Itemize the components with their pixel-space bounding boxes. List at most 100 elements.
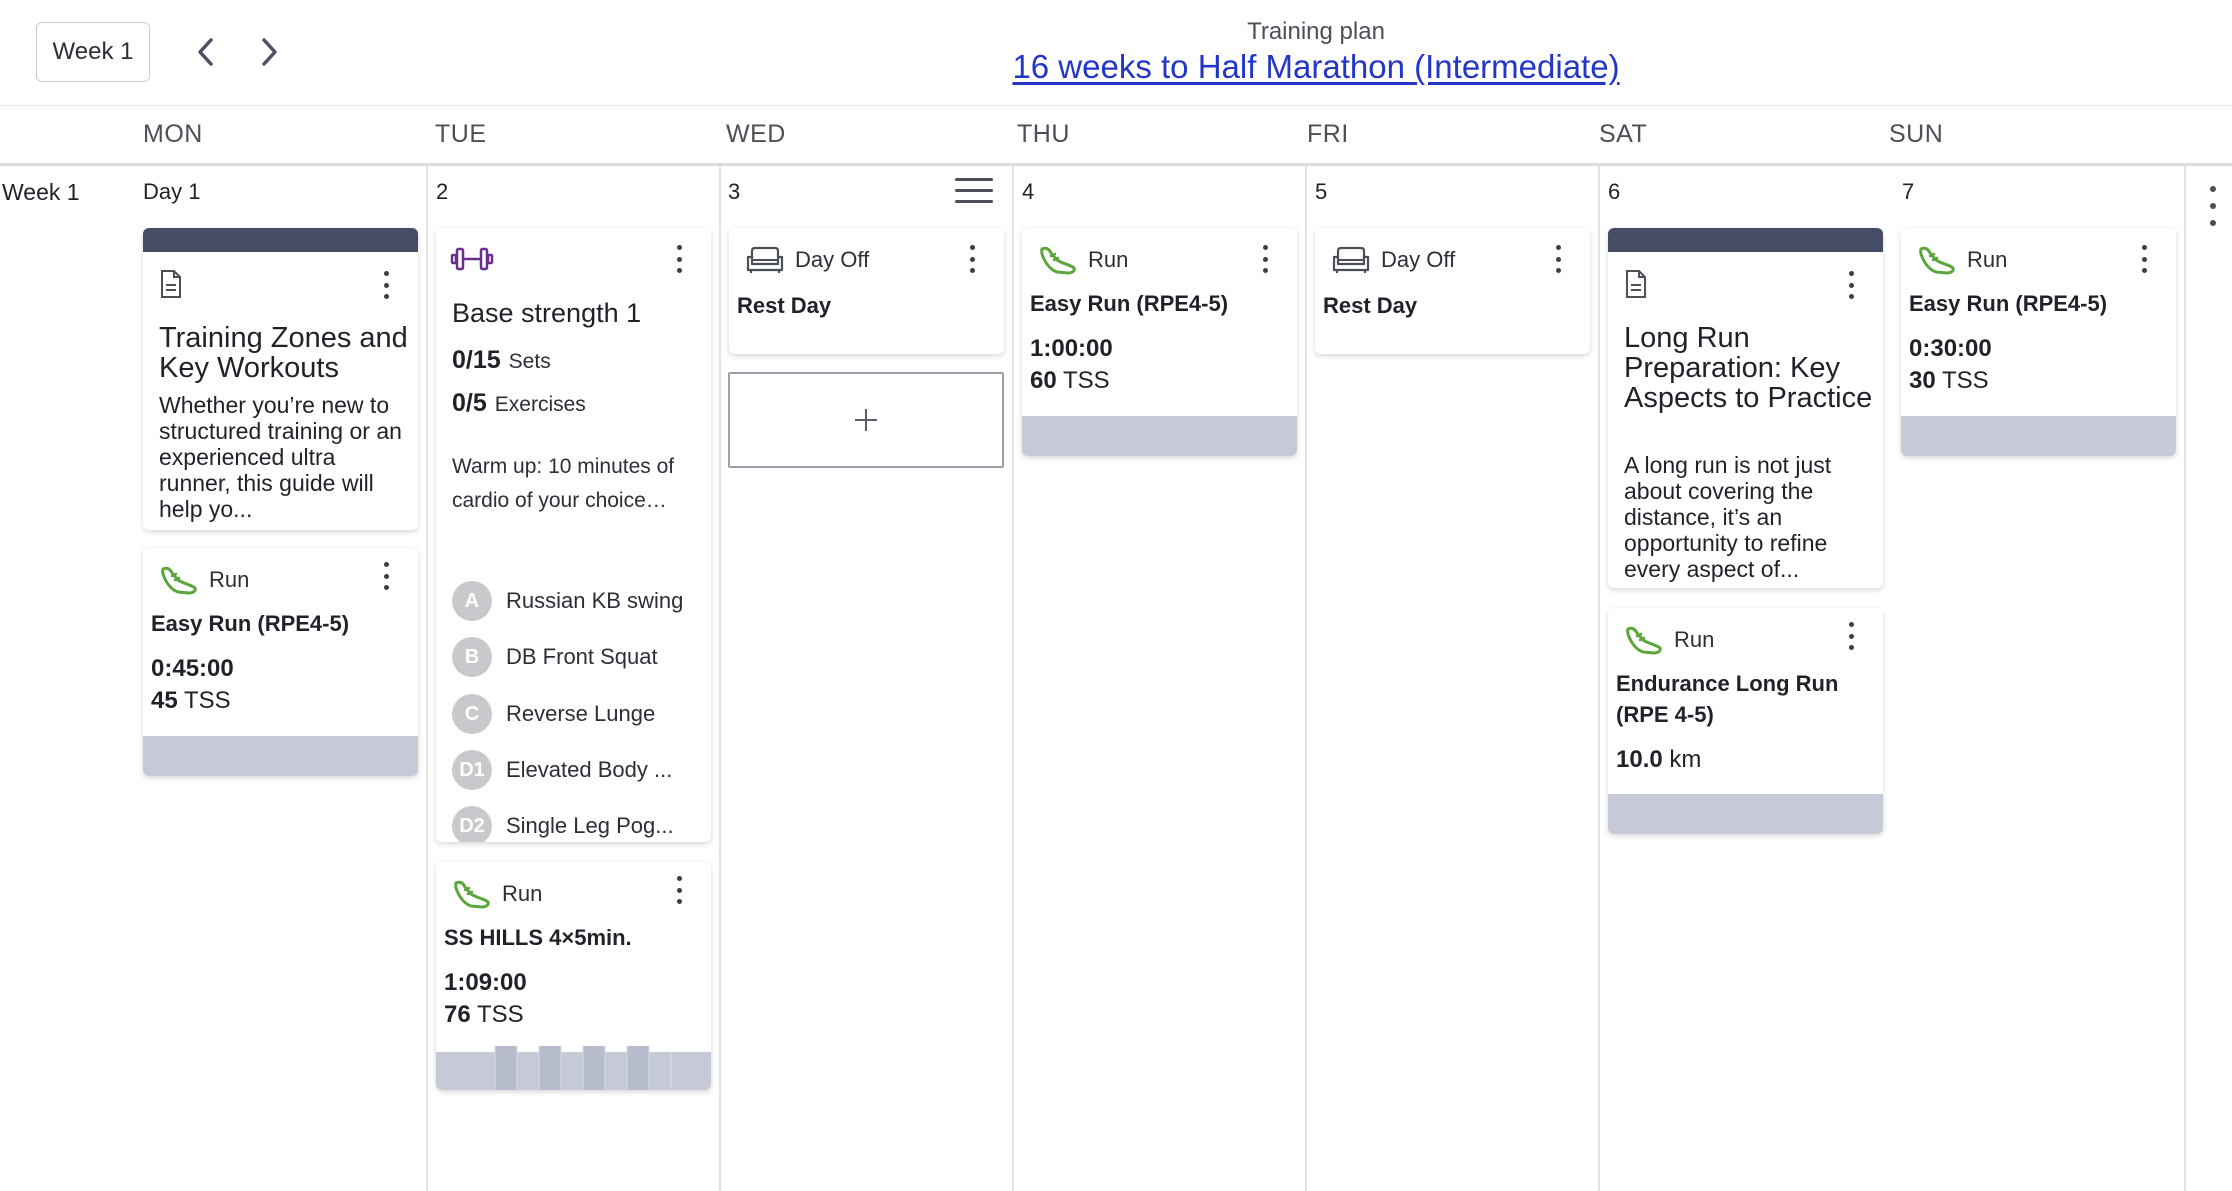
exercise-badge: A — [452, 581, 492, 621]
article-card[interactable]: Long Run Preparation: Key Aspects to Pra… — [1608, 228, 1883, 588]
workout-tss: 60 TSS — [1030, 367, 1110, 394]
divider — [0, 163, 2232, 166]
running-shoe-icon — [1919, 246, 1955, 275]
column-divider — [426, 166, 428, 1191]
exercises-progress: 0/5 Exercises — [452, 389, 586, 417]
exercise-badge: D2 — [452, 806, 492, 842]
running-shoe-icon — [1626, 626, 1662, 655]
workout-duration: 1:09:00 — [444, 969, 527, 996]
running-shoe-icon — [161, 566, 197, 595]
exercise-name: DB Front Squat — [506, 644, 658, 669]
rest-day-card[interactable]: Day Off Rest Day — [729, 228, 1004, 354]
workout-card[interactable]: Run Endurance Long Run (RPE 4-5) 10.0 km — [1608, 608, 1883, 834]
card-menu-icon[interactable] — [1255, 245, 1275, 273]
card-menu-icon[interactable] — [669, 876, 689, 904]
article-title: Training Zones and Key Workouts — [159, 322, 408, 384]
day-header-wed: WED — [726, 120, 786, 148]
workout-type: Run — [159, 562, 249, 598]
rest-day-card[interactable]: Day Off Rest Day — [1315, 228, 1590, 354]
card-header-bar — [143, 228, 418, 252]
day-header-thu: THU — [1017, 120, 1070, 148]
sofa-icon — [1332, 246, 1370, 273]
exercise-badge: B — [452, 637, 492, 677]
plan-title-link[interactable]: 16 weeks to Half Marathon (Intermediate) — [0, 48, 2232, 86]
plan-label: Training plan — [1247, 18, 1385, 45]
workout-type: Run — [1917, 242, 2007, 278]
workout-intensity-bar — [1022, 416, 1297, 456]
day-header-fri: FRI — [1307, 120, 1349, 148]
day-number: 7 — [1902, 179, 1915, 204]
workout-type: Day Off — [745, 242, 869, 278]
day-header-sun: SUN — [1889, 120, 1944, 148]
card-menu-icon[interactable] — [669, 245, 689, 273]
day-number: 5 — [1315, 179, 1328, 204]
card-menu-icon[interactable] — [2134, 245, 2154, 273]
workout-title: Easy Run (RPE4-5) — [151, 611, 350, 636]
workout-duration: 0:30:00 — [1909, 335, 1992, 362]
day-header-mon: MON — [143, 120, 203, 148]
card-header-bar — [1608, 228, 1883, 252]
workout-distance: 10.0 km — [1616, 746, 1702, 773]
document-icon — [161, 270, 181, 298]
article-excerpt: A long run is not just about covering th… — [1624, 452, 1832, 582]
card-menu-icon[interactable] — [1548, 245, 1568, 273]
exercise-item[interactable]: C Reverse Lunge — [452, 694, 655, 734]
strength-card[interactable]: Base strength 1 0/15 Sets 0/5 Exercises Wa… — [436, 228, 711, 842]
workout-intensity-bar — [1901, 416, 2176, 456]
workout-intensity-bar — [143, 736, 418, 776]
workout-type-label: Run — [1088, 247, 1129, 272]
column-divider — [1012, 166, 1014, 1191]
sets-progress: 0/15 Sets — [452, 346, 551, 374]
workout-title: Endurance Long Run (RPE 4-5) — [1616, 671, 1839, 727]
exercise-item[interactable]: D2 Single Leg Pog... — [452, 806, 674, 842]
workout-type-label: Run — [209, 567, 250, 592]
workout-type: Day Off — [1331, 242, 1455, 278]
workout-card[interactable]: Run Easy Run (RPE4-5) 1:00:00 60 TSS — [1022, 228, 1297, 456]
card-menu-icon[interactable] — [376, 271, 396, 299]
day-header-sat: SAT — [1599, 120, 1648, 148]
workout-title: Easy Run (RPE4-5) — [1030, 291, 1229, 316]
sofa-icon — [746, 246, 784, 273]
workout-tss: 30 TSS — [1909, 367, 1989, 394]
card-menu-icon[interactable] — [962, 245, 982, 273]
article-title: Long Run Preparation: Key Aspects to Pra… — [1624, 322, 1873, 414]
day-number: Day 1 — [143, 179, 201, 204]
column-divider — [1598, 166, 1600, 1191]
workout-card[interactable]: Run Easy Run (RPE4-5) 0:45:00 45 TSS — [143, 548, 418, 776]
running-shoe-icon — [454, 880, 490, 909]
plus-icon — [855, 409, 877, 431]
workout-type: Run — [1624, 622, 1714, 658]
column-divider — [719, 166, 721, 1191]
exercise-badge: D1 — [452, 750, 492, 790]
day-menu-icon[interactable] — [955, 178, 993, 206]
exercise-item[interactable]: B DB Front Squat — [452, 637, 658, 677]
workout-title: SS HILLS 4×5min. — [444, 925, 632, 950]
card-menu-icon[interactable] — [1841, 271, 1861, 299]
article-card[interactable]: Training Zones and Key Workouts Whether … — [143, 228, 418, 530]
warmup-note: Warm up: 10 minutes of cardio of your ch… — [452, 455, 675, 512]
card-menu-icon[interactable] — [376, 562, 396, 590]
exercise-badge: C — [452, 694, 492, 734]
workout-card[interactable]: Run Easy Run (RPE4-5) 0:30:00 30 TSS — [1901, 228, 2176, 456]
column-divider — [2184, 166, 2186, 1191]
workout-title: Easy Run (RPE4-5) — [1909, 291, 2108, 316]
workout-type-label: Run — [1674, 627, 1715, 652]
strength-title: Base strength 1 — [452, 298, 642, 328]
workout-type: Run — [1038, 242, 1128, 278]
exercise-item[interactable]: A Russian KB swing — [452, 581, 683, 621]
exercise-name: Elevated Body ... — [506, 757, 673, 782]
exercise-item[interactable]: D1 Elevated Body ... — [452, 750, 672, 790]
workout-type-label: Run — [1967, 247, 2008, 272]
add-workout-button[interactable] — [728, 372, 1004, 468]
day-header-tue: TUE — [435, 120, 487, 148]
workout-card[interactable]: Run SS HILLS 4×5min. 1:09:00 76 TSS — [436, 862, 711, 1090]
week-options-icon[interactable] — [2200, 186, 2226, 226]
top-bar: Week 1 Training plan 16 weeks to Half Ma… — [0, 0, 2232, 106]
exercise-name: Single Leg Pog... — [506, 813, 674, 838]
rest-day-title: Rest Day — [1323, 293, 1418, 318]
dumbbell-icon — [450, 247, 494, 271]
day-number: 6 — [1608, 179, 1621, 204]
card-menu-icon[interactable] — [1841, 622, 1861, 650]
workout-type-label: Day Off — [795, 247, 870, 272]
exercise-name: Reverse Lunge — [506, 701, 656, 726]
